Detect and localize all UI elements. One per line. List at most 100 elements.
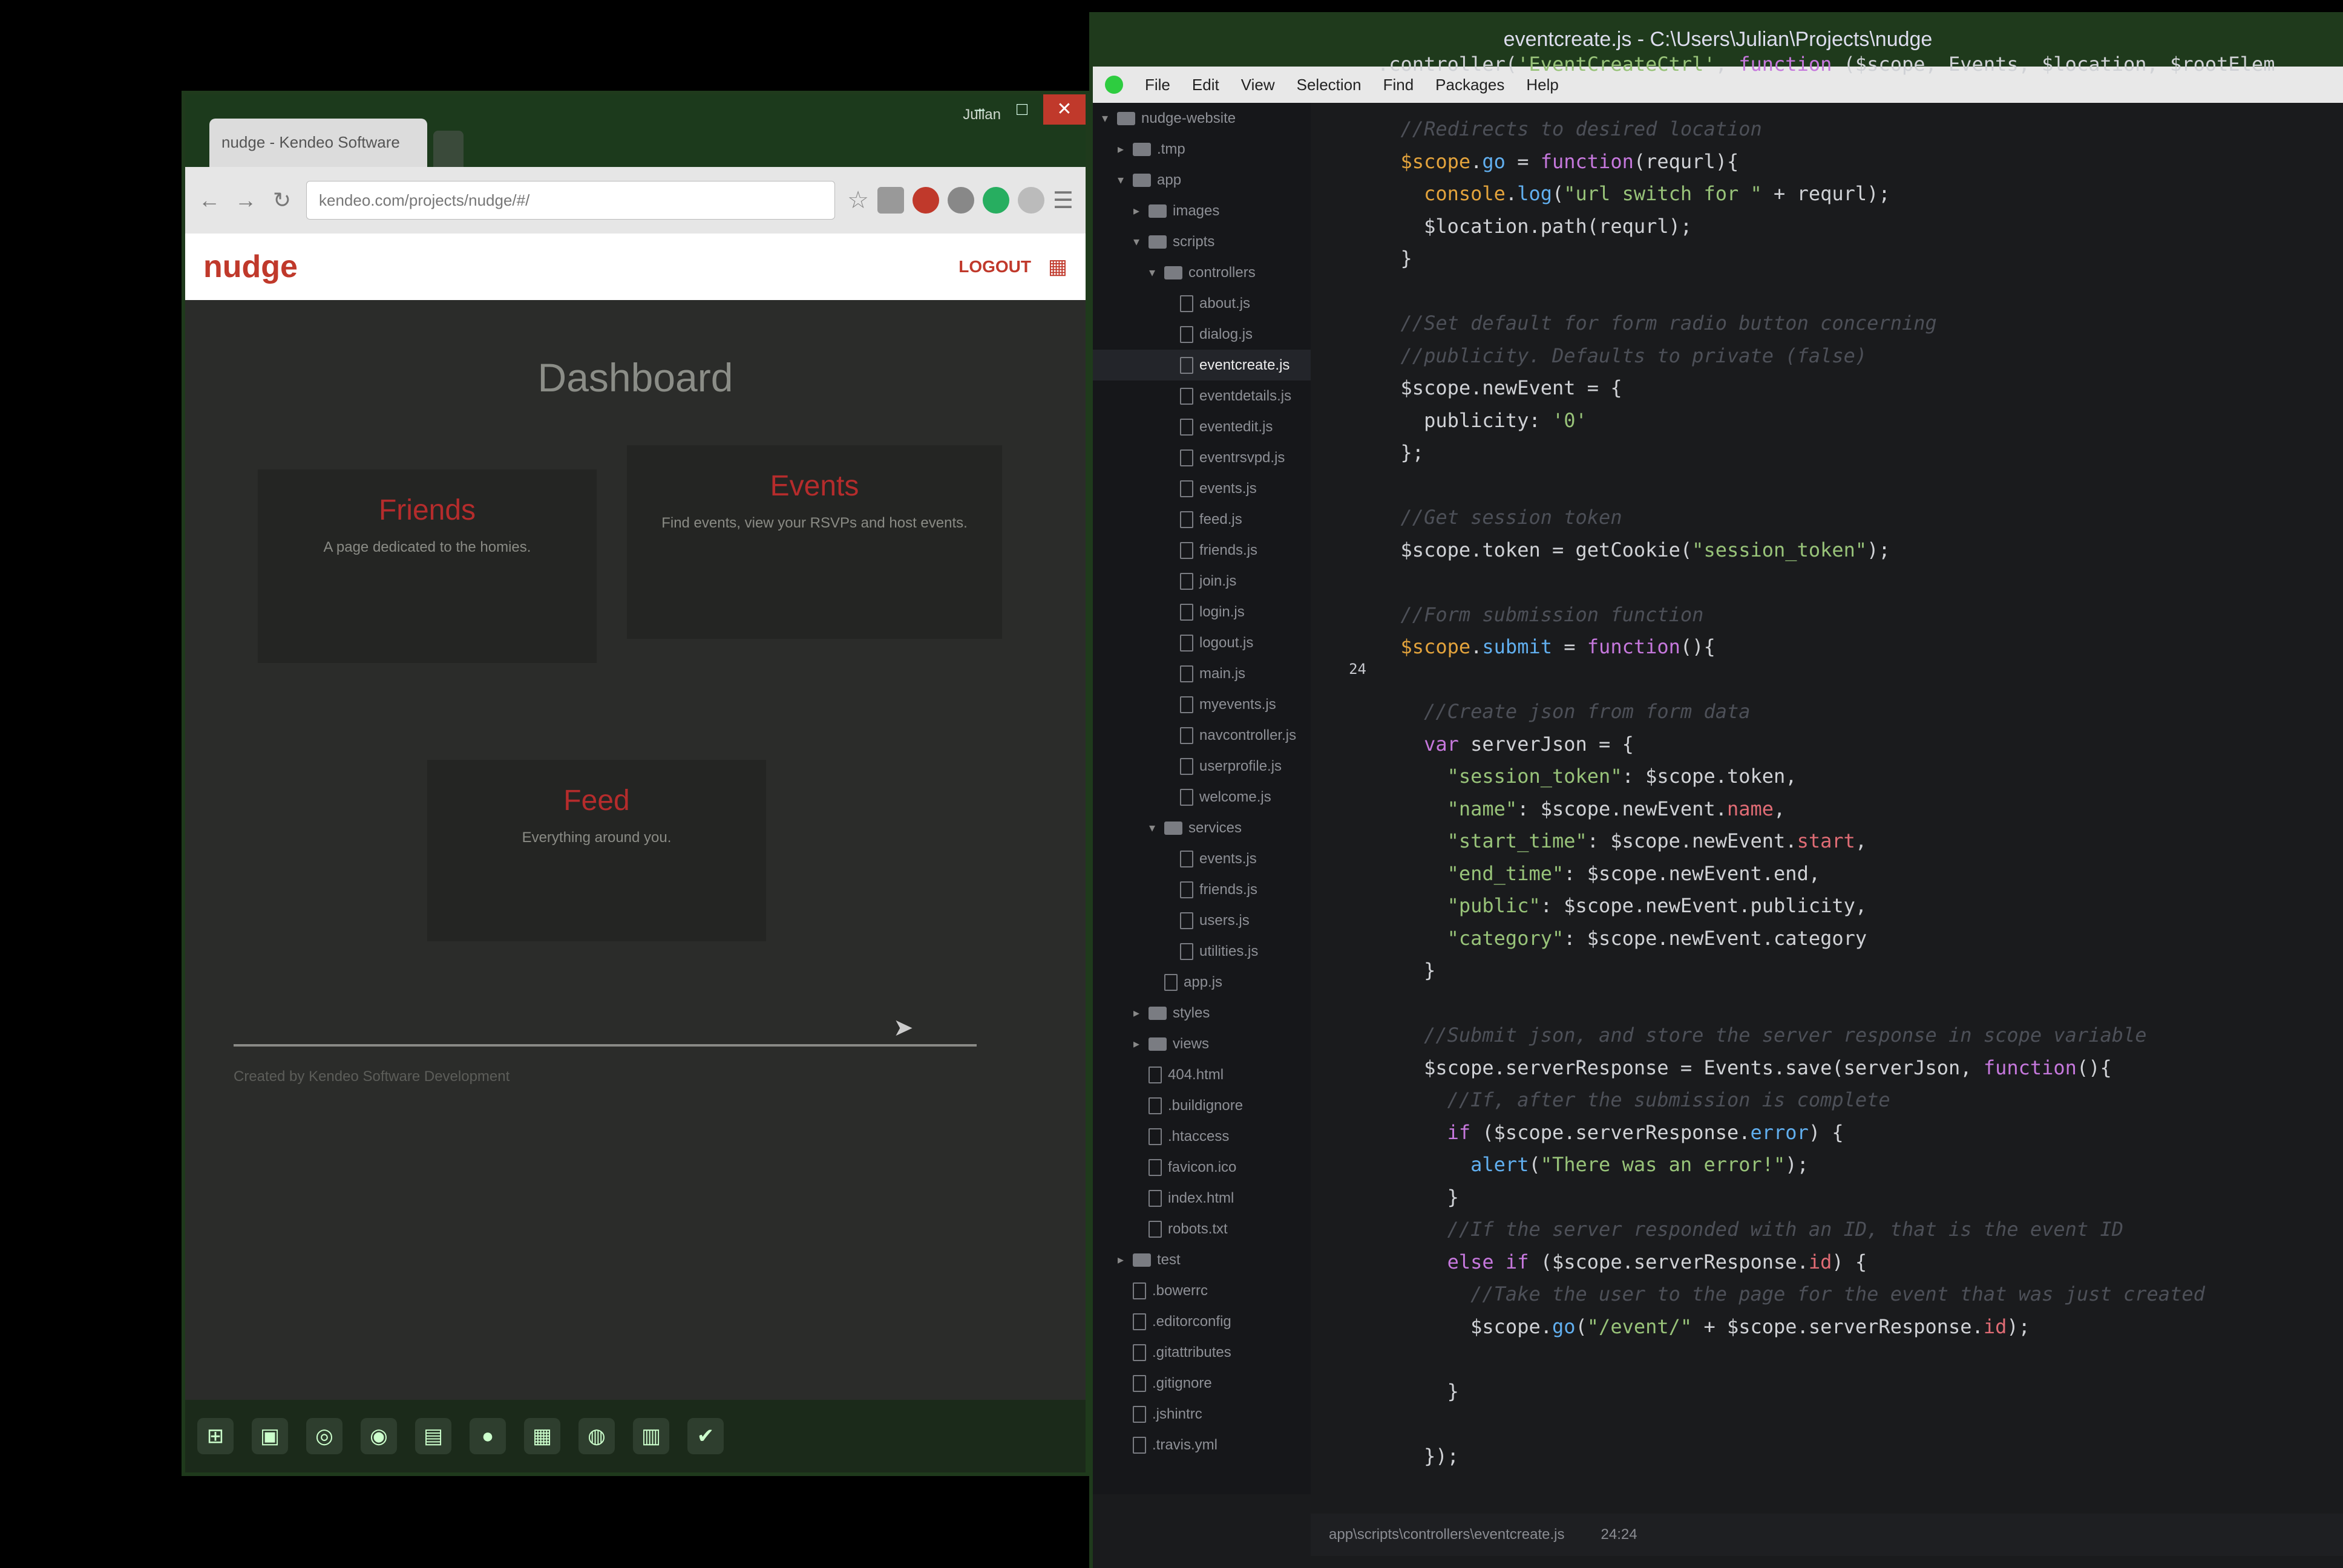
friends-card[interactable]: Friends A page dedicated to the homies. xyxy=(258,469,597,663)
tree-folder[interactable]: ▾ controllers xyxy=(1093,257,1311,288)
code-line[interactable]: if ($scope.serverResponse.error) { xyxy=(1377,1117,2343,1149)
code-line[interactable] xyxy=(1377,275,2343,308)
new-tab-button[interactable] xyxy=(433,131,464,167)
card-title[interactable]: Events xyxy=(651,469,978,503)
forward-arrow-icon[interactable]: → xyxy=(234,188,258,213)
code-line[interactable]: $scope.token = getCookie("session_token"… xyxy=(1377,534,2343,567)
code-line[interactable]: //If the server responded with an ID, th… xyxy=(1377,1214,2343,1246)
tree-file[interactable]: users.js xyxy=(1093,905,1311,936)
code-line[interactable]: "session_token": $scope.token, xyxy=(1377,760,2343,793)
tree-file[interactable]: logout.js xyxy=(1093,627,1311,658)
tree-file[interactable]: navcontroller.js xyxy=(1093,720,1311,751)
tree-folder[interactable]: ▾ scripts xyxy=(1093,226,1311,257)
chrome-icon[interactable]: ◉ xyxy=(361,1418,397,1454)
tree-file[interactable]: feed.js xyxy=(1093,504,1311,535)
search-icon[interactable]: ◎ xyxy=(306,1418,342,1454)
steam-icon[interactable]: ✔ xyxy=(687,1418,724,1454)
code-line[interactable]: }; xyxy=(1377,437,2343,469)
menu-edit[interactable]: Edit xyxy=(1192,76,1219,94)
card-title[interactable]: Friends xyxy=(282,494,572,527)
code-line[interactable]: $scope.submit = function(){ xyxy=(1377,631,2343,664)
code-line[interactable]: alert("There was an error!"); xyxy=(1377,1149,2343,1181)
tree-file[interactable]: eventedit.js xyxy=(1093,411,1311,442)
tree-file[interactable]: eventcreate.js xyxy=(1093,350,1311,381)
tree-file[interactable]: robots.txt xyxy=(1093,1214,1311,1244)
tree-file[interactable]: .travis.yml xyxy=(1093,1429,1311,1460)
code-line[interactable] xyxy=(1377,566,2343,599)
tree-file[interactable]: index.html xyxy=(1093,1183,1311,1214)
code-line[interactable] xyxy=(1377,1343,2343,1376)
code-line[interactable]: //Take the user to the page for the even… xyxy=(1377,1278,2343,1311)
tree-file[interactable]: .bowerrc xyxy=(1093,1275,1311,1306)
code-line[interactable]: //Submit json, and store the server resp… xyxy=(1377,1019,2343,1052)
reload-icon[interactable]: ↻ xyxy=(270,188,294,213)
code-line[interactable]: } xyxy=(1377,1181,2343,1214)
tree-file[interactable]: about.js xyxy=(1093,288,1311,319)
network-icon[interactable]: ▦ xyxy=(524,1418,560,1454)
terminal-icon[interactable]: ▥ xyxy=(633,1418,669,1454)
code-line[interactable] xyxy=(1377,987,2343,1020)
code-line[interactable]: } xyxy=(1377,1376,2343,1408)
code-line[interactable]: .controller('EventCreateCtrl', function … xyxy=(1377,48,2343,81)
tree-folder[interactable]: ▸ views xyxy=(1093,1028,1311,1059)
code-line[interactable]: //Create json from form data xyxy=(1377,696,2343,728)
code-line[interactable]: "public": $scope.newEvent.publicity, xyxy=(1377,890,2343,923)
tree-file[interactable]: userprofile.js xyxy=(1093,751,1311,782)
code-line[interactable]: $location.path(requrl); xyxy=(1377,211,2343,243)
tree-file[interactable]: dialog.js xyxy=(1093,319,1311,350)
extension-light-icon[interactable] xyxy=(1017,187,1044,214)
address-bar[interactable]: kendeo.com/projects/nudge/#/ xyxy=(306,181,836,220)
code-line[interactable]: //Form submission function xyxy=(1377,599,2343,632)
code-line[interactable] xyxy=(1377,1408,2343,1440)
explorer-icon[interactable]: ▣ xyxy=(252,1418,288,1454)
utility-icon[interactable]: ◍ xyxy=(578,1418,615,1454)
status-cursor-position[interactable]: 24:24 xyxy=(1601,1526,1637,1543)
code-line[interactable]: }); xyxy=(1377,1440,2343,1473)
code-line[interactable]: publicity: '0' xyxy=(1377,405,2343,437)
logout-link[interactable]: LOGOUT xyxy=(958,257,1031,276)
minimize-button[interactable]: – xyxy=(958,94,1001,125)
code-line[interactable]: $scope.go = function(requrl){ xyxy=(1377,146,2343,178)
tree-file[interactable]: friends.js xyxy=(1093,874,1311,905)
menu-selection[interactable]: Selection xyxy=(1297,76,1362,94)
site-logo[interactable]: nudge xyxy=(203,249,298,285)
tree-folder[interactable]: ▸ images xyxy=(1093,195,1311,226)
bookmark-star-icon[interactable]: ☆ xyxy=(847,186,869,214)
code-line[interactable]: //If, after the submission is complete xyxy=(1377,1084,2343,1117)
code-line[interactable]: //Get session token xyxy=(1377,501,2343,534)
tree-file[interactable]: .gitignore xyxy=(1093,1368,1311,1399)
code-line[interactable]: "category": $scope.newEvent.category xyxy=(1377,923,2343,955)
maximize-button[interactable]: □ xyxy=(1001,94,1043,125)
tree-file[interactable]: join.js xyxy=(1093,566,1311,596)
code-line[interactable]: } xyxy=(1377,955,2343,987)
windows-icon[interactable]: ⊞ xyxy=(197,1418,234,1454)
code-line[interactable]: "end_time": $scope.newEvent.end, xyxy=(1377,858,2343,890)
tree-file[interactable]: myevents.js xyxy=(1093,689,1311,720)
tree-file[interactable]: .htaccess xyxy=(1093,1121,1311,1152)
extension-green-icon[interactable] xyxy=(982,187,1009,214)
tree-file[interactable]: utilities.js xyxy=(1093,936,1311,967)
adblock-icon[interactable] xyxy=(912,187,939,214)
code-line[interactable] xyxy=(1377,469,2343,502)
tree-folder[interactable]: ▾ nudge-website xyxy=(1093,103,1311,134)
tree-file[interactable]: .buildignore xyxy=(1093,1090,1311,1121)
tree-file[interactable]: .gitattributes xyxy=(1093,1337,1311,1368)
code-line[interactable]: "name": $scope.newEvent.name, xyxy=(1377,793,2343,826)
code-line[interactable]: $scope.serverResponse = Events.save(serv… xyxy=(1377,1052,2343,1085)
code-line[interactable] xyxy=(1377,664,2343,696)
code-line[interactable]: var serverJson = { xyxy=(1377,728,2343,761)
tree-file[interactable]: eventrsvpd.js xyxy=(1093,442,1311,473)
tree-file[interactable]: eventdetails.js xyxy=(1093,381,1311,411)
menu-view[interactable]: View xyxy=(1241,76,1275,94)
code-line[interactable]: //Redirects to desired location xyxy=(1377,113,2343,146)
cast-icon[interactable] xyxy=(877,187,904,214)
code-line[interactable]: //publicity. Defaults to private (false) xyxy=(1377,340,2343,373)
chrome-menu-icon[interactable]: ☰ xyxy=(1053,187,1073,214)
code-line[interactable] xyxy=(1377,81,2343,114)
card-title[interactable]: Feed xyxy=(451,784,742,817)
tree-file[interactable]: favicon.ico xyxy=(1093,1152,1311,1183)
tree-folder[interactable]: ▾ services xyxy=(1093,812,1311,843)
grid-menu-icon[interactable]: ▦ xyxy=(1048,255,1067,279)
close-button[interactable]: ✕ xyxy=(1043,94,1086,125)
tree-file[interactable]: events.js xyxy=(1093,843,1311,874)
